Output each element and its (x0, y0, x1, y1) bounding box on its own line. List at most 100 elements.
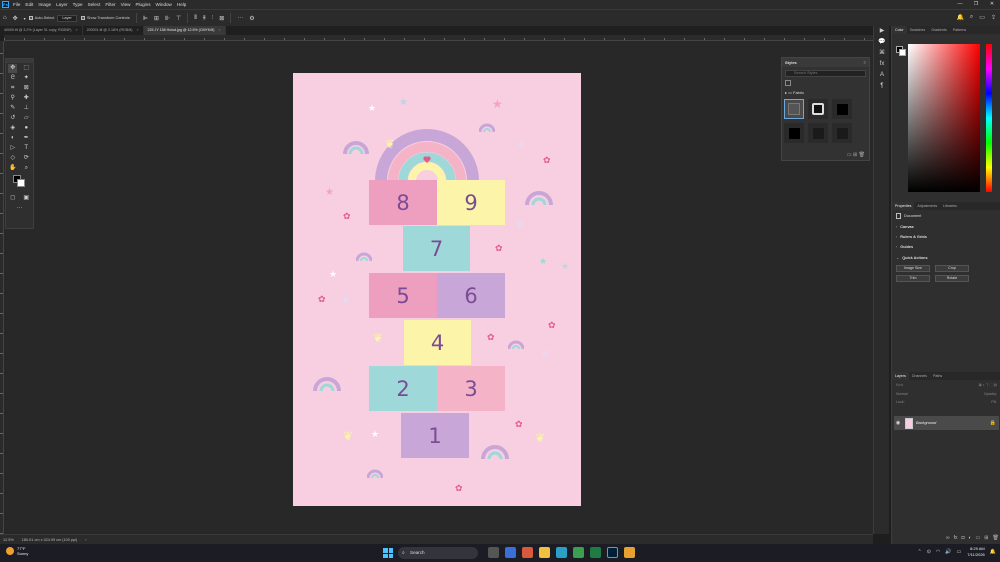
menu-file[interactable]: File (13, 2, 20, 7)
clock[interactable]: 8:29 AM 7/11/2026 (967, 546, 985, 558)
blend-mode-select[interactable]: Normal (896, 392, 908, 396)
align-top-icon[interactable]: ⊤ (176, 15, 181, 22)
trash-icon[interactable]: 🗑 (859, 152, 865, 158)
minimize-button[interactable]: — (952, 0, 968, 9)
close-button[interactable]: ✕ (984, 0, 1000, 9)
marquee-tool-icon[interactable]: ⬚ (22, 64, 31, 73)
healing-brush-icon[interactable]: ✚ (22, 94, 31, 103)
link-icon[interactable]: ∞ (946, 535, 950, 541)
tab-layers[interactable]: Layers (892, 372, 909, 380)
zoom-tool-icon[interactable]: ⌕ (22, 164, 31, 173)
eye-icon[interactable]: ◉ (894, 420, 902, 426)
add-style-icon[interactable]: ⊞ (853, 152, 857, 158)
section-rulers-grids[interactable]: › Rulers & Grids (892, 232, 1000, 242)
trash-icon[interactable]: 🗑 (992, 535, 998, 541)
tab-channels[interactable]: Channels (909, 372, 930, 380)
align-center-icon[interactable]: ⊞ (154, 15, 159, 22)
menu-layer[interactable]: Layer (56, 2, 68, 7)
mask-icon[interactable]: ◘ (961, 535, 964, 541)
character-icon[interactable]: A (874, 70, 890, 81)
eyedropper-icon[interactable]: ⚲ (8, 94, 17, 103)
chevron-up-icon[interactable]: ⌃ (918, 549, 922, 555)
path-select-icon[interactable]: ▷ (8, 144, 17, 153)
style-swatch[interactable] (808, 123, 828, 143)
crop-tool-icon[interactable]: ⌗ (8, 84, 17, 93)
zoom-level[interactable]: 12.5% (3, 538, 14, 542)
move-tool-icon[interactable]: ✥ (13, 15, 18, 22)
paint-bucket-icon[interactable]: ◈ (8, 124, 17, 133)
hopscotch-document[interactable]: ★ ★ ★ ★ ★ ★ ★ ★ ✿ ✿ ✿ ✿ ✿ ✿ ✿ ✿ ❦ ❦ ❦ ❦ … (293, 73, 581, 506)
new-group-icon[interactable] (785, 80, 791, 86)
history-icon[interactable]: ▶ (874, 26, 890, 37)
layer-background[interactable]: ◉ Background 🔒 (894, 416, 999, 430)
color-field[interactable] (908, 44, 980, 192)
background-color[interactable] (899, 49, 906, 56)
bell-icon[interactable]: 🔔 (956, 14, 963, 21)
layer-kind-filter[interactable]: Kind (896, 383, 903, 387)
share-icon[interactable]: ⇪ (991, 14, 996, 21)
filter-icons[interactable]: ▣ ◐ T ⬚ ▤ (979, 383, 997, 387)
auto-select-target-dropdown[interactable]: Layer (57, 14, 77, 22)
menu-type[interactable]: Type (73, 2, 83, 7)
eraser-tool-icon[interactable]: ▱ (22, 114, 31, 123)
tab-properties[interactable]: Properties (892, 202, 915, 210)
tab-document-2[interactable]: 200001.tif @ 2.18% (RGB/8) × (83, 26, 144, 35)
quick-mask-icon[interactable]: ◻ (8, 194, 17, 203)
style-swatch[interactable] (784, 123, 804, 143)
tab-adjustments[interactable]: Adjustments (914, 202, 940, 210)
close-icon[interactable]: × (218, 28, 220, 32)
trim-button[interactable]: Trim (896, 275, 930, 282)
image-size-button[interactable]: Image Size (896, 265, 930, 272)
section-quick-actions[interactable]: ⌄ Quick Actions (892, 252, 1000, 263)
close-icon[interactable]: × (136, 28, 138, 32)
styles-icon[interactable]: fx (874, 59, 890, 70)
weather-widget[interactable]: 77°F Sunny (6, 546, 28, 556)
magic-wand-icon[interactable]: ✦ (22, 74, 31, 83)
chrome-icon[interactable] (573, 547, 584, 558)
tab-gradients[interactable]: Gradients (928, 26, 950, 34)
menu-image[interactable]: Image (38, 2, 51, 7)
type-tool-icon[interactable]: T (22, 144, 31, 153)
auto-select-checkbox[interactable] (28, 16, 33, 20)
frame-tool-icon[interactable]: ⊠ (22, 84, 31, 93)
search-icon[interactable]: ⌕ (970, 14, 973, 21)
menu-view[interactable]: View (121, 2, 131, 7)
style-swatch[interactable] (808, 99, 828, 119)
history-brush-icon[interactable]: ↺ (8, 114, 17, 123)
adjustment-icon[interactable]: ◐ (969, 535, 972, 541)
chevron-down-icon[interactable]: ▾ (24, 16, 26, 21)
menu-edit[interactable]: Edit (25, 2, 33, 7)
style-swatch[interactable] (784, 99, 804, 119)
photoshop-icon[interactable] (607, 547, 618, 558)
home-icon[interactable]: ⌂ (3, 15, 7, 21)
crop-button[interactable]: Crop (935, 265, 969, 272)
stamp-tool-icon[interactable]: ⊥ (22, 104, 31, 113)
chrome-icon[interactable] (624, 547, 635, 558)
restore-button[interactable]: ❐ (968, 0, 984, 9)
folder-icon[interactable]: ▭ (976, 535, 981, 541)
distribute-center-icon[interactable]: ⫵ (203, 15, 206, 22)
menu-help[interactable]: Help (177, 2, 186, 7)
screen-mode-icon[interactable]: ▣ (22, 194, 31, 203)
task-view-icon[interactable] (488, 547, 499, 558)
settings-gear-icon[interactable]: ⚙ (249, 15, 254, 22)
taskbar-search[interactable]: ⌕ Search (398, 547, 478, 559)
close-icon[interactable]: × (76, 28, 78, 32)
notifications-icon[interactable]: 🔔 (990, 549, 996, 555)
distribute-right-icon[interactable]: ⫶ (212, 15, 214, 22)
tab-patterns[interactable]: Patterns (950, 26, 969, 34)
workspace-icon[interactable]: ▭ (979, 14, 985, 21)
tab-document-3[interactable]: 225 JY 158 Hulud.jpg @ 12.5% (CMYK/8) × (143, 26, 226, 35)
lasso-tool-icon[interactable]: ᘓ (8, 74, 17, 83)
styles-folder-fabric[interactable]: ▸ ▭ Fabric (785, 90, 866, 95)
battery-icon[interactable]: ▭ (957, 549, 962, 555)
background-color[interactable] (17, 179, 25, 187)
layer-filter[interactable]: Kind ▣ ◐ T ⬚ ▤ (892, 380, 1000, 390)
section-guides[interactable]: › Guides (892, 242, 1000, 252)
pen-tool-icon[interactable]: ✒ (22, 134, 31, 143)
hand-tool-icon[interactable]: ✋ (8, 164, 17, 173)
glyphs-icon[interactable]: ⌘ (874, 48, 890, 59)
align-left-icon[interactable]: ⊫ (143, 15, 148, 22)
distribute-spacing-icon[interactable]: ⊠ (219, 15, 224, 22)
comments-icon[interactable]: 💬 (874, 37, 890, 48)
